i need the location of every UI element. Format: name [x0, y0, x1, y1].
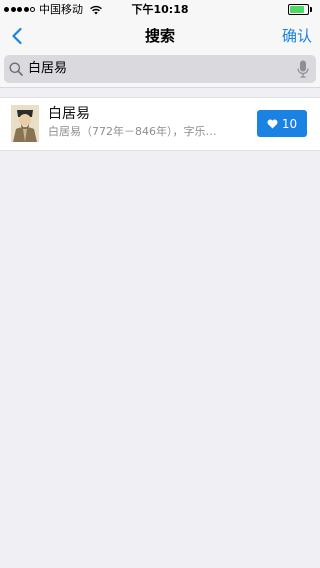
result-subtitle: 白居易（772年－846年），字乐… [48, 125, 217, 138]
heart-icon [267, 119, 278, 128]
like-button[interactable]: 10 [257, 110, 307, 137]
battery-fill [290, 6, 305, 13]
avatar [11, 105, 39, 142]
microphone-icon[interactable] [297, 60, 309, 78]
status-bar: 中国移动 下午10:18 [0, 0, 320, 20]
like-count: 10 [281, 116, 298, 131]
search-bar [4, 55, 316, 83]
page-title: 搜索 [144, 27, 175, 45]
result-title: 白居易 [48, 106, 90, 122]
nav-bar: 搜索 确认 [0, 20, 320, 52]
search-icon [9, 62, 23, 76]
confirm-button[interactable]: 确认 [282, 26, 312, 46]
battery-icon [288, 4, 312, 15]
search-container [0, 52, 320, 88]
status-time: 下午10:18 [131, 3, 189, 16]
result-item[interactable]: 白居易 白居易（772年－846年），字乐… 10 [0, 97, 320, 151]
search-input[interactable] [28, 55, 288, 83]
